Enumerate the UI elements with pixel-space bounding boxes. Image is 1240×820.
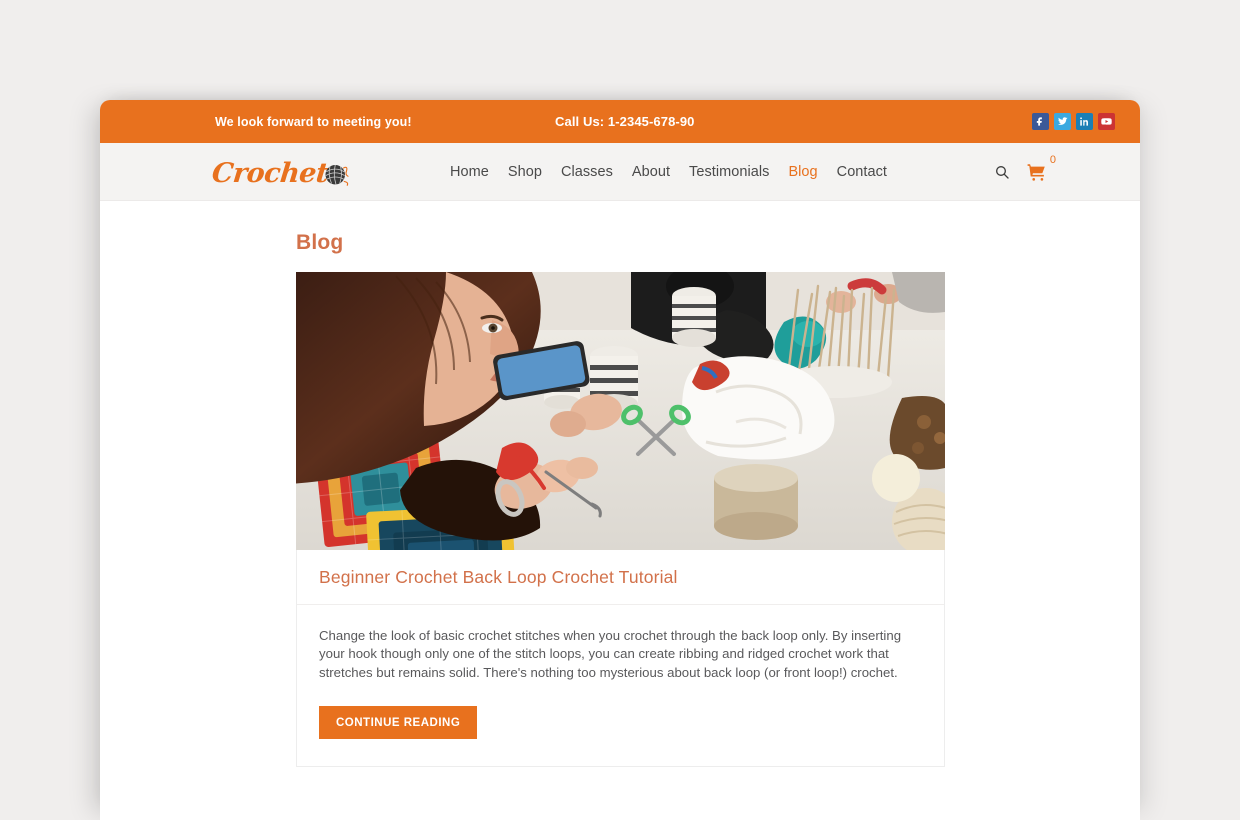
page-content: Blog Beginner Crochet Back Loop Crochet … (100, 201, 1140, 820)
nav-item-about[interactable]: About (632, 164, 670, 180)
continue-reading-button[interactable]: CONTINUE READING (319, 706, 478, 740)
social-links (1032, 113, 1115, 130)
nav-item-home[interactable]: Home (450, 164, 489, 180)
post-excerpt: Change the look of basic crochet stitche… (319, 628, 902, 680)
phone-number[interactable]: Call Us: 1-2345-678-90 (555, 114, 695, 129)
post-title-row: Beginner Crochet Back Loop Crochet Tutor… (297, 550, 944, 605)
logo-text: Crochet (210, 157, 330, 189)
nav-item-classes[interactable]: Classes (561, 164, 613, 180)
main-navigation: Home Shop Classes About Testimonials Blo… (450, 143, 887, 201)
site-logo[interactable]: Crochet (210, 153, 351, 193)
yarn-ball-icon (321, 159, 351, 189)
header-tools: 0 (994, 143, 1056, 201)
twitter-icon[interactable] (1054, 113, 1071, 130)
welcome-message: We look forward to meeting you! (215, 114, 412, 129)
site-header: Crochet Home Shop Classes About Testimon… (100, 143, 1140, 201)
shopping-cart-icon[interactable]: 0 (1027, 154, 1056, 181)
post-body: Change the look of basic crochet stitche… (297, 605, 944, 766)
youtube-icon[interactable] (1098, 113, 1115, 130)
search-icon[interactable] (994, 164, 1010, 180)
top-utility-bar: We look forward to meeting you! Call Us:… (100, 100, 1140, 143)
post-featured-image[interactable] (296, 272, 945, 550)
post-title[interactable]: Beginner Crochet Back Loop Crochet Tutor… (319, 567, 678, 587)
nav-item-shop[interactable]: Shop (508, 164, 542, 180)
facebook-icon[interactable] (1032, 113, 1049, 130)
page-title: Blog (296, 231, 344, 254)
blog-post-card: Beginner Crochet Back Loop Crochet Tutor… (296, 272, 945, 768)
nav-item-blog[interactable]: Blog (788, 164, 817, 180)
nav-item-testimonials[interactable]: Testimonials (689, 164, 769, 180)
linkedin-icon[interactable] (1076, 113, 1093, 130)
nav-item-contact[interactable]: Contact (837, 164, 887, 180)
browser-page: We look forward to meeting you! Call Us:… (100, 100, 1140, 820)
cart-count-badge: 0 (1049, 154, 1056, 166)
